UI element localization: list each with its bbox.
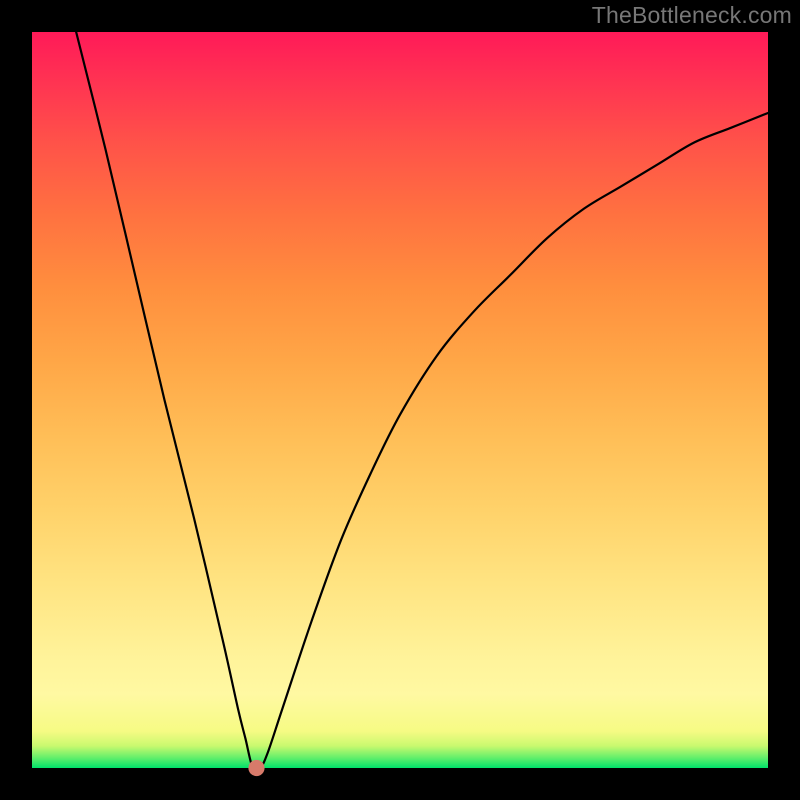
optimum-marker — [248, 760, 264, 776]
watermark-text: TheBottleneck.com — [592, 2, 792, 29]
plot-area — [32, 32, 768, 768]
chart-frame: TheBottleneck.com — [0, 0, 800, 800]
curve-svg — [32, 32, 768, 768]
bottleneck-curve — [76, 32, 768, 771]
